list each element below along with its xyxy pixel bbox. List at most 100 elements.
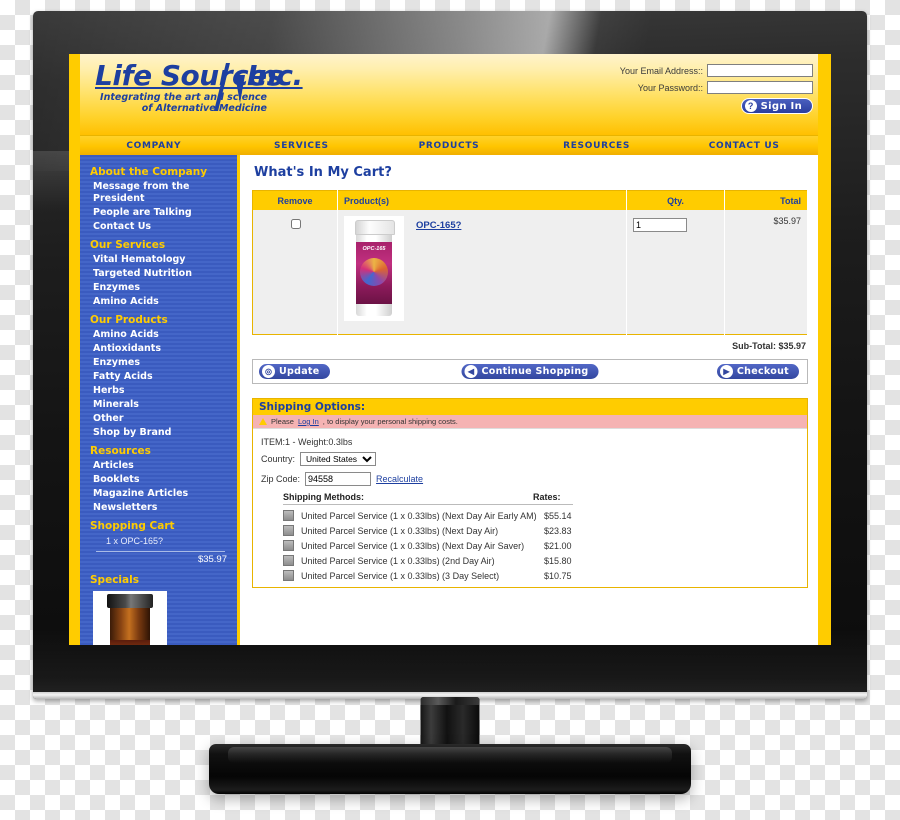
site-header: Life Sources Inc. Integrating the art an… [80, 54, 818, 135]
continue-shopping-button[interactable]: ◀ Continue Shopping [461, 364, 599, 379]
table-row: OPC-165 OPC-165? 1 $35.97 [252, 210, 808, 335]
page-title: What's In My Cart? [254, 165, 392, 180]
password-row: Your Password:: [598, 81, 813, 94]
sidebar-item-booklets[interactable]: Booklets [80, 473, 237, 487]
checkout-button[interactable]: ▶ Checkout [716, 364, 799, 379]
nav-item-resources[interactable]: RESOURCES [523, 141, 671, 151]
shipping-options-heading: Shipping Options: [253, 399, 807, 415]
password-field[interactable] [707, 81, 813, 94]
nav-item-products[interactable]: PRODUCTS [375, 141, 523, 151]
update-button[interactable]: ◎ Update [259, 364, 330, 379]
item-weight-text: ITEM:1 - Weight:0.3lbs [261, 437, 353, 447]
list-item[interactable]: United Parcel Service (1 x 0.33lbs) (2nd… [283, 553, 799, 568]
sidebar-item-magazine-articles[interactable]: Magazine Articles [80, 487, 237, 501]
quantity-input[interactable] [633, 218, 687, 232]
opc-bottle-cap [355, 220, 395, 235]
methods-divider [283, 504, 573, 505]
sidebar-item-targeted-nutrition[interactable]: Targeted Nutrition [80, 267, 237, 281]
sidebar-item-antioxidants[interactable]: Antioxidants [80, 342, 237, 356]
sidebar-item-enzymes[interactable]: Enzymes [80, 356, 237, 370]
product-image[interactable]: OPC-165 [344, 216, 404, 321]
logo-text: Life Sources [95, 59, 283, 92]
shipping-radio-icon[interactable] [283, 555, 294, 566]
main-navigation: COMPANY SERVICES PRODUCTS RESOURCES CONT… [80, 135, 818, 155]
column-header-total: Total [724, 190, 808, 210]
sidebar-item-shop-by-brand[interactable]: Shop by Brand [80, 426, 237, 440]
email-field[interactable] [707, 64, 813, 77]
country-select[interactable]: United States [300, 452, 377, 466]
continue-shopping-label: Continue Shopping [481, 366, 589, 377]
opc-label-circle-icon [360, 258, 388, 286]
sidebar-item-people-talking[interactable]: People are Talking [80, 206, 237, 220]
email-row: Your Email Address:: [598, 64, 813, 77]
sign-in-label: Sign In [760, 100, 802, 112]
sidebar-item-amino-acids[interactable]: Amino Acids [80, 328, 237, 342]
list-item[interactable]: United Parcel Service (1 x 0.33lbs) (Nex… [283, 538, 799, 553]
key-icon: ? [744, 100, 757, 112]
list-item[interactable]: United Parcel Service (1 x 0.33lbs) (Nex… [283, 523, 799, 538]
page-body: About the Company Message from the Presi… [80, 155, 818, 645]
opc-bottle-label: OPC-165 [356, 242, 392, 304]
page-inner: Life Sources Inc. Integrating the art an… [80, 54, 818, 645]
shipping-radio-icon[interactable] [283, 540, 294, 551]
shipping-radio-icon[interactable] [283, 510, 294, 521]
sidebar-cart-divider [96, 551, 225, 552]
product-name-link[interactable]: OPC-165? [416, 216, 461, 231]
page-frame-left [69, 54, 80, 645]
arrow-right-icon: ▶ [719, 365, 733, 378]
sidebar-item-fatty-acids[interactable]: Fatty Acids [80, 370, 237, 384]
country-label: Country: [261, 454, 296, 464]
stand-base-gloss [228, 747, 672, 763]
shipping-options-panel: Shipping Options: Please Log In , to dis… [252, 398, 808, 588]
amber-bottle-label [110, 640, 150, 645]
cart-action-bar: ◎ Update ◀ Continue Shopping ▶ Checkout [252, 359, 808, 384]
cell-remove [252, 210, 338, 335]
methods-header-row: Shipping Methods: Rates: [283, 492, 799, 504]
nav-item-company[interactable]: COMPANY [80, 141, 228, 151]
list-item[interactable]: United Parcel Service (1 x 0.33lbs) (Nex… [283, 508, 799, 523]
sidebar-item-amino-acids-services[interactable]: Amino Acids [80, 295, 237, 309]
logo-tagline-line2: of Alternative Medicine [141, 103, 267, 114]
remove-checkbox[interactable] [290, 219, 301, 229]
sidebar-item-enzymes-services[interactable]: Enzymes [80, 281, 237, 295]
sidebar-cart-total: $35.97 [197, 554, 227, 565]
sidebar: About the Company Message from the Presi… [80, 155, 240, 645]
sidebar-item-other[interactable]: Other [80, 412, 237, 426]
sidebar-item-articles[interactable]: Articles [80, 459, 237, 473]
sidebar-cart-item[interactable]: 1 x OPC-165? [80, 534, 237, 548]
monitor-screen: Life Sources Inc. Integrating the art an… [69, 54, 831, 645]
zip-code-label: Zip Code: [261, 474, 301, 484]
opc-label-text: OPC-165 [362, 246, 386, 252]
cell-qty [626, 210, 725, 335]
shipping-radio-icon[interactable] [283, 570, 294, 581]
shipping-method-rate: $21.00 [544, 540, 572, 551]
shipping-method-name: United Parcel Service (1 x 0.33lbs) (Nex… [301, 510, 537, 521]
zip-code-input[interactable] [305, 472, 372, 486]
update-label: Update [279, 366, 320, 377]
shipping-login-alert: Please Log In , to display your personal… [253, 415, 807, 429]
specials-product-image[interactable] [93, 591, 167, 645]
sidebar-item-newsletters[interactable]: Newsletters [80, 501, 237, 515]
shipping-body: ITEM:1 - Weight:0.3lbs Country: United S… [253, 429, 807, 587]
country-row: Country: United States [261, 452, 799, 466]
sidebar-item-minerals[interactable]: Minerals [80, 398, 237, 412]
login-box: Your Email Address:: Your Password:: ? S… [598, 64, 813, 114]
shipping-method-rate: $10.75 [544, 570, 572, 581]
cart-table-header-row: Remove Product(s) Qty. Total [252, 190, 808, 210]
sign-in-button[interactable]: ? Sign In [740, 98, 813, 114]
sidebar-item-herbs[interactable]: Herbs [80, 384, 237, 398]
page-frame-right [818, 54, 831, 645]
sidebar-item-vital-hematology[interactable]: Vital Hematology [80, 253, 237, 267]
nav-item-services[interactable]: SERVICES [228, 141, 376, 151]
sidebar-item-message-president[interactable]: Message from the President [80, 180, 237, 206]
sidebar-heading-resources: Resources [90, 445, 151, 457]
column-header-shipping-methods: Shipping Methods: [283, 492, 364, 502]
nav-item-contact-us[interactable]: CONTACT US [670, 141, 818, 151]
log-in-link[interactable]: Log In [298, 417, 319, 426]
recalculate-link[interactable]: Recalculate [376, 474, 423, 484]
list-item[interactable]: United Parcel Service (1 x 0.33lbs) (3 D… [283, 568, 799, 583]
alert-suffix: , to display your personal shipping cost… [322, 417, 458, 426]
shipping-radio-icon[interactable] [283, 525, 294, 536]
site-logo[interactable]: Life Sources Inc. Integrating the art an… [95, 59, 395, 115]
sidebar-item-contact-us[interactable]: Contact Us [80, 220, 237, 234]
